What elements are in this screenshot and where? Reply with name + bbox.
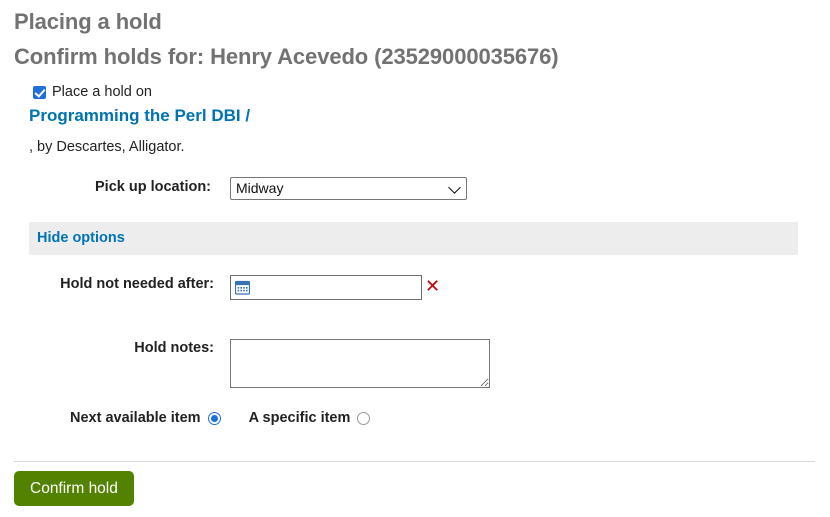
confirm-holds-subtitle: Confirm holds for: Henry Acevedo (235290… (14, 44, 559, 69)
next-available-item-radio[interactable] (207, 411, 221, 425)
specific-item-label: A specific item (248, 410, 351, 426)
hold-expiration-label: Hold not needed after: (60, 276, 214, 292)
hold-expiration-input[interactable] (253, 276, 421, 299)
place-hold-checkbox-row[interactable]: Place a hold on (33, 84, 152, 100)
page-title: Placing a hold (14, 9, 162, 34)
next-available-item-label: Next available item (70, 410, 201, 426)
placing-a-hold-page: Placing a hold Confirm holds for: Henry … (0, 0, 830, 517)
pickup-location-select[interactable]: Midway (230, 177, 467, 200)
options-toggle-bar (29, 222, 798, 255)
record-author: , by Descartes, Alligator. (29, 139, 185, 155)
hold-notes-label: Hold notes: (134, 340, 214, 356)
specific-item-radio[interactable] (357, 411, 371, 425)
pickup-location-label: Pick up location: (95, 179, 212, 195)
hold-expiration-field[interactable] (230, 275, 422, 300)
record-title-link[interactable]: Programming the Perl DBI / (29, 106, 250, 126)
place-hold-checkbox[interactable] (33, 85, 46, 99)
place-hold-checkbox-label: Place a hold on (52, 84, 152, 100)
hold-notes-textarea[interactable] (230, 339, 490, 388)
hide-options-link[interactable]: Hide options (37, 230, 125, 246)
clear-date-icon[interactable]: ✕ (425, 278, 440, 296)
confirm-hold-button[interactable]: Confirm hold (14, 471, 134, 506)
calendar-icon[interactable] (234, 280, 251, 295)
item-selection-row: Next available item A specific item (70, 410, 371, 426)
form-divider (14, 461, 815, 462)
